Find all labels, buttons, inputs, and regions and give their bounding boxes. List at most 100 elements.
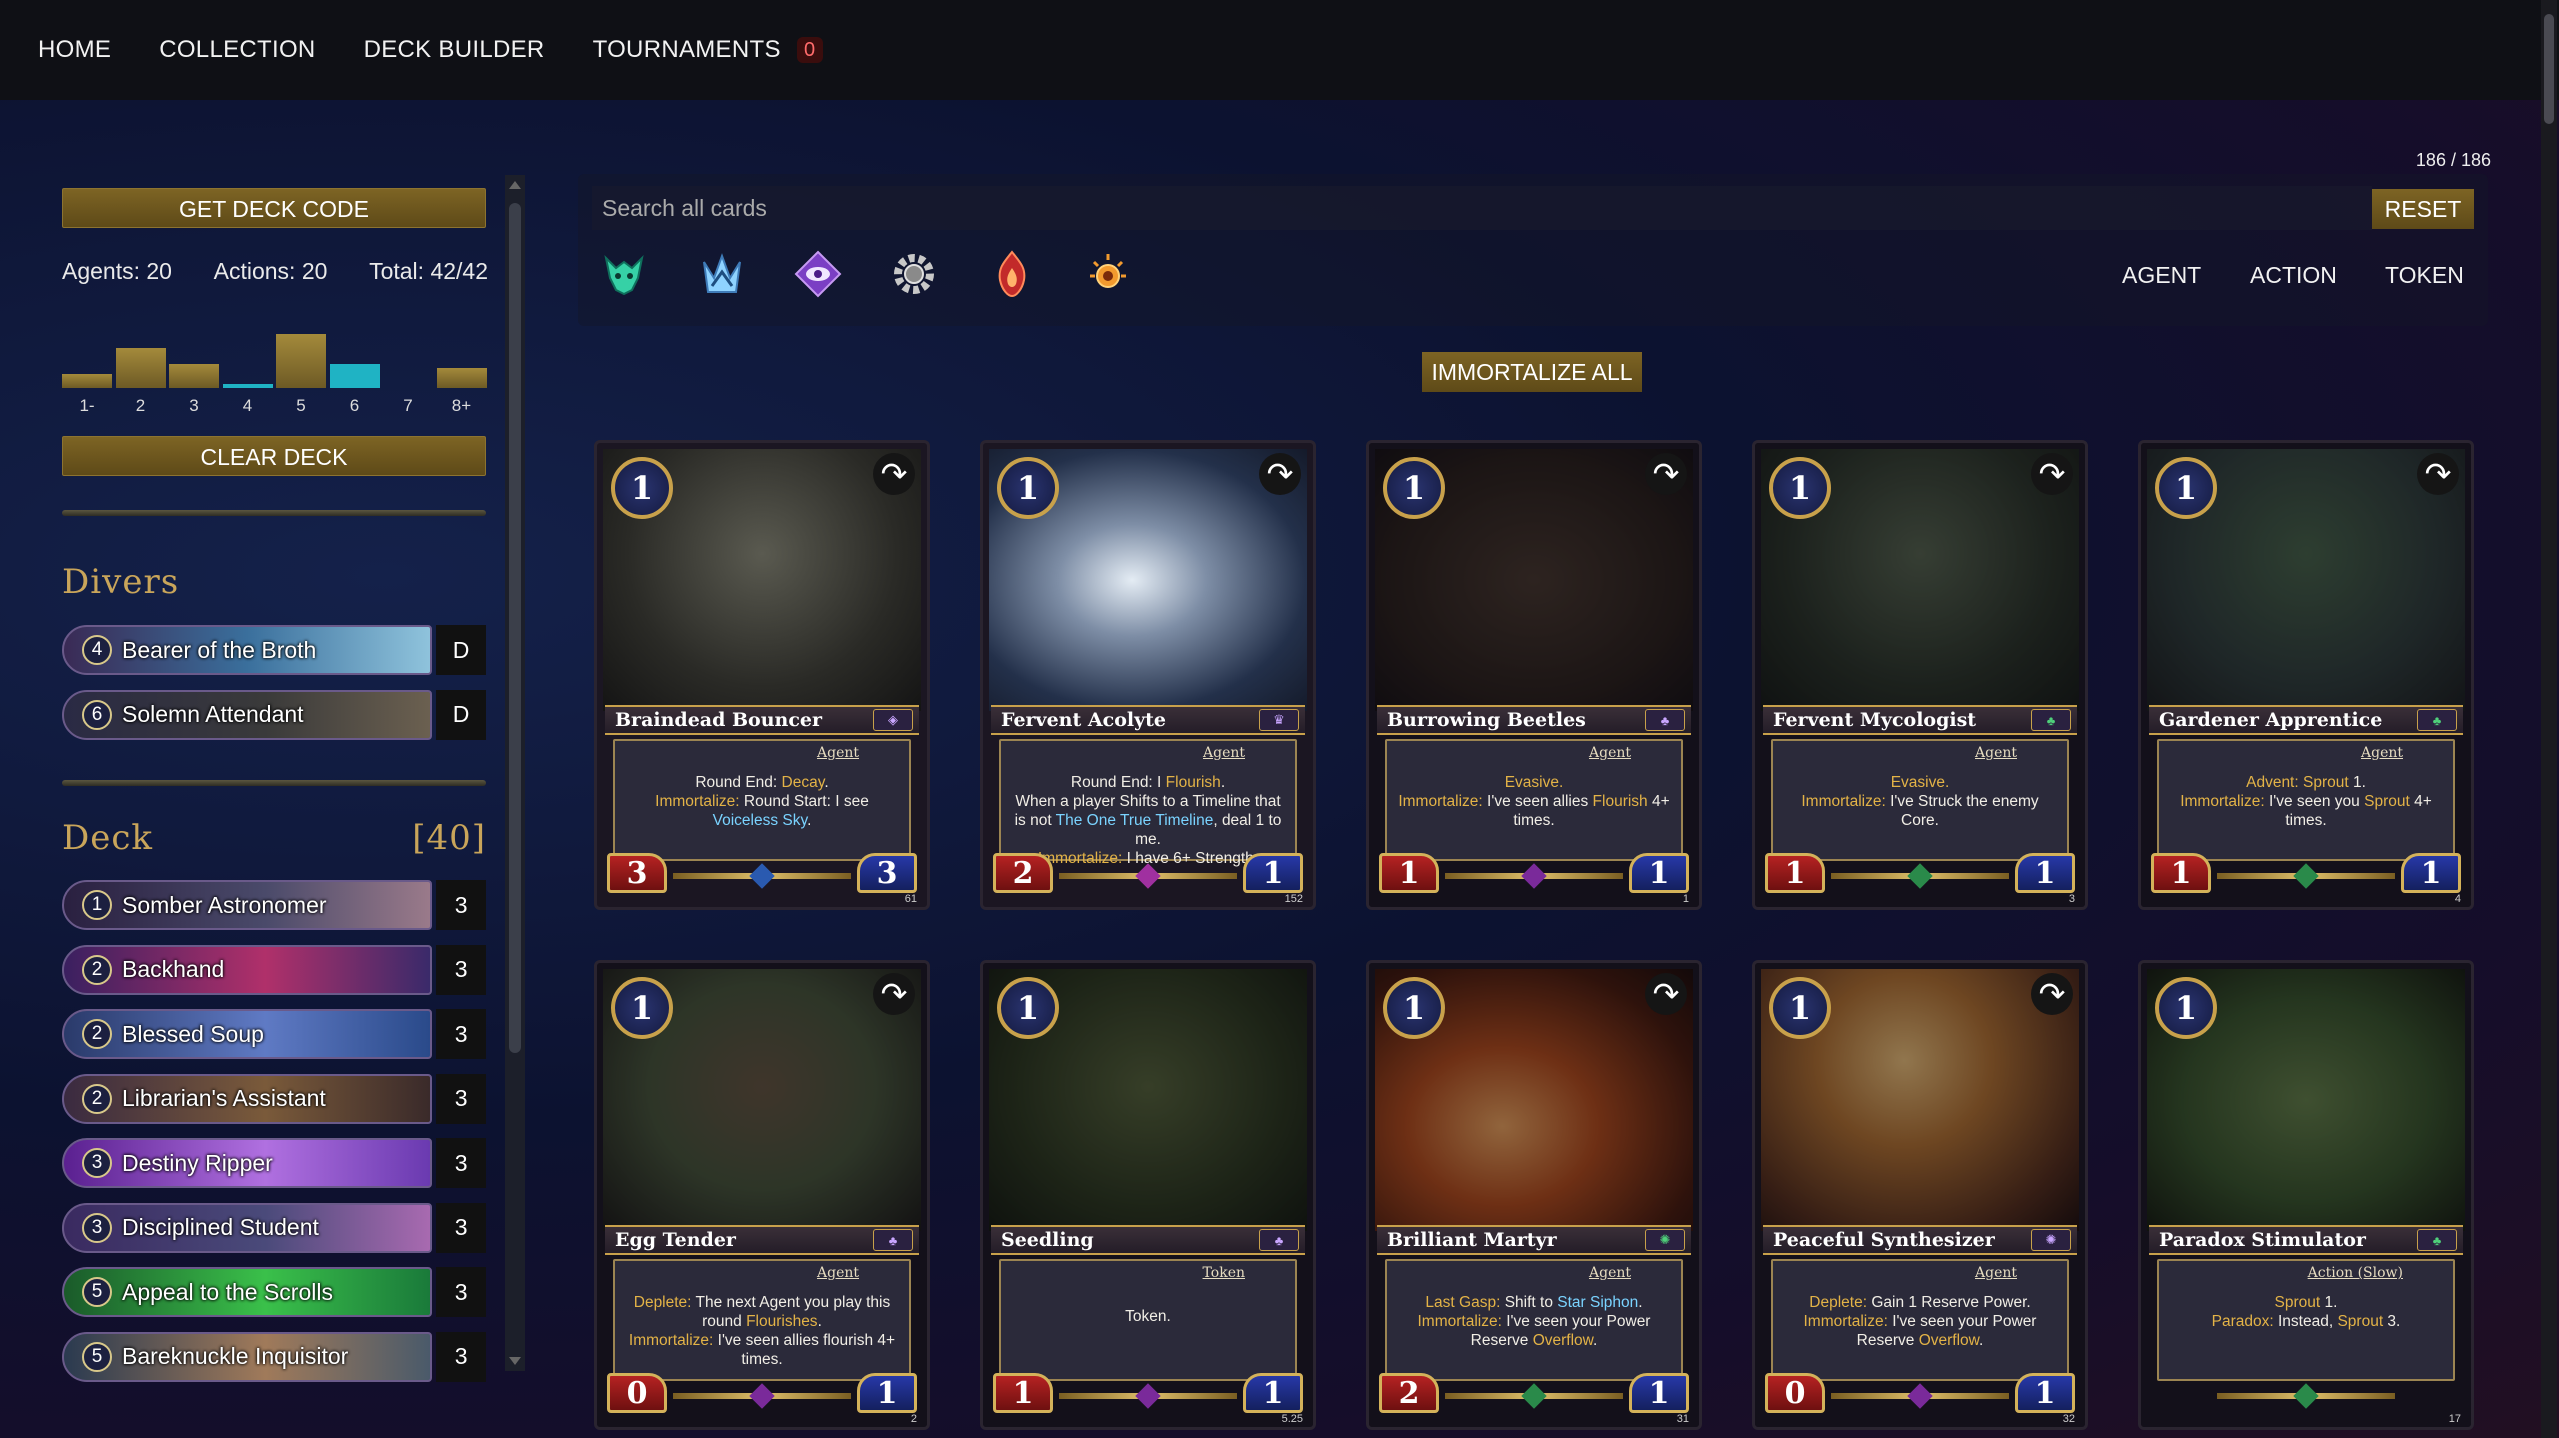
top-nav: HOME COLLECTION DECK BUILDER TOURNAMENTS… [0, 0, 2559, 100]
card-text-segment: . [1638, 1294, 1643, 1311]
card-text-segment: Immortalize: [1801, 793, 1891, 810]
deck-row[interactable]: 1 Somber Astronomer 3 [62, 880, 486, 930]
purple-eye-icon[interactable] [792, 248, 844, 300]
search-input[interactable] [592, 186, 2372, 230]
card-health: 1 [1629, 853, 1689, 893]
card-type: Agent [1975, 745, 2017, 761]
deck-card-name: Librarian's Assistant [122, 1085, 326, 1111]
nav-tournaments[interactable]: TOURNAMENTS 0 [593, 36, 823, 64]
card-tile[interactable]: 1 ↷ Gardener Apprentice ♣ Agent Advent: Sprou… [2138, 440, 2474, 910]
blue-crown-icon[interactable] [696, 248, 748, 300]
sidebar-scrollbar[interactable] [505, 175, 525, 1371]
cost-gem: 4 [82, 635, 112, 665]
card-tile[interactable]: 1 ↷ Egg Tender ♣ Agent Deplete: The next Agen… [594, 960, 930, 1430]
sidebar-scrollbar-thumb[interactable] [509, 203, 521, 1053]
curve-label: 6 [349, 396, 360, 415]
filter-action[interactable]: ACTION [2250, 262, 2337, 289]
card-text-segment: Flourishes [746, 1313, 818, 1330]
card-name: Egg Tender [615, 1229, 736, 1251]
deck-card-name: Appeal to the Scrolls [122, 1278, 333, 1305]
flip-icon[interactable]: ↷ [873, 453, 915, 495]
scroll-down-arrow[interactable] [509, 1357, 521, 1365]
page-scrollbar-thumb[interactable] [2544, 14, 2554, 124]
card-text-segment: . [1220, 774, 1226, 791]
deck-card-pill[interactable]: 5 Appeal to the Scrolls [62, 1267, 433, 1317]
deck-card-name: Bearer of the Broth [122, 636, 317, 663]
card-stats [2151, 1373, 2461, 1413]
faction-gem [2293, 863, 2319, 889]
card-text-segment: Sprout [2274, 1294, 2321, 1311]
green-beast-icon[interactable] [598, 248, 650, 300]
flip-icon[interactable]: ↷ [2031, 973, 2073, 1015]
flip-icon[interactable]: ↷ [1645, 973, 1687, 1015]
deck-card-pill[interactable]: 5 Bareknuckle Inquisitor [62, 1331, 433, 1382]
faction-icon: ✺ [2031, 1229, 2071, 1251]
filter-agent[interactable]: AGENT [2122, 262, 2201, 289]
card-nameplate: Seedling ♣ [991, 1225, 1305, 1255]
flip-icon[interactable]: ↷ [1259, 453, 1301, 495]
deck-row[interactable]: 2 Blessed Soup 3 [62, 1009, 486, 1059]
curve-bar [62, 374, 112, 388]
faction-icon: ◈ [873, 709, 913, 731]
deck-row[interactable]: 2 Librarian's Assistant 3 [62, 1073, 486, 1124]
deck-row[interactable]: 5 Appeal to the Scrolls 3 [62, 1267, 486, 1317]
deck-card-pill[interactable]: 3 Disciplined Student [62, 1202, 433, 1253]
flip-icon[interactable]: ↷ [873, 973, 915, 1015]
card-text-segment: Token. [1125, 1308, 1171, 1325]
card-tile[interactable]: 1 ↷ Braindead Bouncer ◈ Agent Round End: Deca… [594, 440, 930, 910]
diver-row[interactable]: 4 Bearer of the Broth D [62, 625, 486, 675]
deck-card-pill[interactable]: 3 Destiny Ripper [62, 1138, 433, 1188]
nav-home[interactable]: HOME [38, 36, 111, 64]
clear-deck-button[interactable]: CLEAR DECK [62, 436, 486, 476]
card-text: Deplete: Gain 1 Reserve Power. Immortaliz… [1783, 1293, 2057, 1350]
deck-card-qty: 3 [436, 1009, 486, 1059]
nav-collection[interactable]: COLLECTION [159, 36, 315, 64]
deck-card-name: Bareknuckle Inquisitor [122, 1343, 349, 1369]
deck-row[interactable]: 2 Backhand 3 [62, 944, 486, 995]
deck-card-pill[interactable]: 2 Blessed Soup [62, 1009, 433, 1059]
card-textbox: Agent Deplete: The next Agent you play th… [613, 1259, 911, 1381]
divers-title: Divers [62, 562, 180, 602]
nav-deck-builder[interactable]: DECK BUILDER [364, 36, 545, 64]
card-text: Deplete: The next Agent you play this ro… [625, 1293, 899, 1369]
deck-card-pill[interactable]: 2 Backhand [62, 944, 433, 995]
flip-icon[interactable]: ↷ [2031, 453, 2073, 495]
deck-row[interactable]: 5 Bareknuckle Inquisitor 3 [62, 1331, 486, 1382]
red-flame-icon[interactable] [986, 248, 1038, 300]
card-tile[interactable]: 1 ↷ Burrowing Beetles ♣ Agent Evasive. Immorta… [1366, 440, 1702, 910]
orange-sun-icon[interactable] [1082, 248, 1134, 300]
deck-card-qty: 3 [436, 944, 486, 995]
deck-card-pill[interactable]: 4 Bearer of the Broth [62, 625, 433, 675]
card-text-segment: Flourish [1165, 774, 1221, 791]
scroll-up-arrow[interactable] [509, 181, 521, 189]
reset-button[interactable]: RESET [2372, 189, 2474, 229]
deck-row[interactable]: 3 Destiny Ripper 3 [62, 1138, 486, 1188]
card-cost: 1 [1769, 977, 1831, 1039]
flip-icon[interactable]: ↷ [2417, 453, 2459, 495]
get-deck-code-button[interactable]: GET DECK CODE [62, 188, 486, 228]
immortalize-all-button[interactable]: IMMORTALIZE ALL [1422, 352, 1642, 392]
card-text-segment: . [817, 1313, 822, 1330]
card-tile[interactable]: 1 Seedling ♣ Token Token. 1 1 5.25 [980, 960, 1316, 1430]
card-tile[interactable]: 1 ↷ Peaceful Synthesizer ✺ Agent Deplete: Gai… [1752, 960, 2088, 1430]
deck-card-name: Disciplined Student [122, 1214, 319, 1240]
diver-row[interactable]: 6 Solemn Attendant D [62, 689, 486, 740]
card-text-segment: Decay [781, 774, 825, 791]
deck-row[interactable]: 3 Disciplined Student 3 [62, 1202, 486, 1253]
card-text-segment: Advent: [2246, 774, 2303, 791]
card-tile[interactable]: 1 Paradox Stimulator ♣ Action (Slow) Sprout … [2138, 960, 2474, 1430]
curve-label: 4 [242, 396, 253, 415]
deck-card-pill[interactable]: 6 Solemn Attendant [62, 689, 433, 740]
card-tile[interactable]: 1 ↷ Brilliant Martyr ✺ Agent Last Gasp: Shift… [1366, 960, 1702, 1430]
card-tile[interactable]: 1 ↷ Fervent Acolyte ♛ Agent Round End: I Flou… [980, 440, 1316, 910]
deck-card-pill[interactable]: 1 Somber Astronomer [62, 880, 433, 930]
page-scrollbar[interactable] [2541, 0, 2557, 1438]
card-tile[interactable]: 1 ↷ Fervent Mycologist ♣ Agent Evasive. Immort… [1752, 440, 2088, 910]
card-nameplate: Peaceful Synthesizer ✺ [1763, 1225, 2077, 1255]
deck-card-pill[interactable]: 2 Librarian's Assistant [62, 1073, 433, 1124]
tournaments-badge: 0 [796, 37, 823, 63]
card-attack: 0 [1765, 1373, 1825, 1413]
grey-gear-icon[interactable] [888, 248, 940, 300]
filter-token[interactable]: TOKEN [2385, 262, 2464, 289]
flip-icon[interactable]: ↷ [1645, 453, 1687, 495]
